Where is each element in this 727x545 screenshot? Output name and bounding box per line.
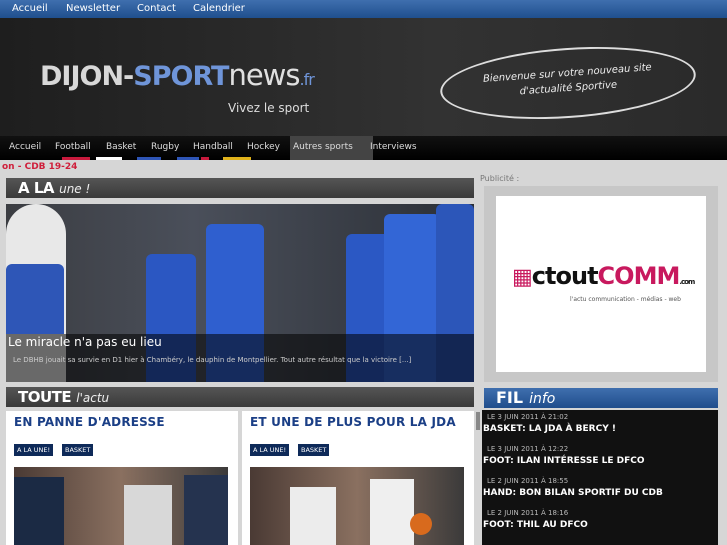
tagline: Vivez le sport [228,101,310,115]
logo-text-fr: .fr [299,70,315,89]
a-la-une-header: A LA une ! [6,178,474,198]
basketball-shape [410,513,432,535]
topnav-accueil[interactable]: Accueil [12,3,48,14]
fil-item-title[interactable]: FOOT: ILAN INTÉRESSE LE DFCO [483,456,645,466]
site-logo[interactable]: DIJON-SPORTnews.fr [40,58,315,92]
fil-item-date: LE 3 JUIN 2011 À 12:22 [487,445,569,453]
a-la-une-header-bold: A LA [18,179,55,197]
fil-info-header-bold: FIL [496,388,524,407]
featured-summary: Le DBHB jouait sa survie en D1 hier à Ch… [13,356,412,364]
ad-tagline: l'actu communication - médias - web [570,296,681,303]
photo-shape [124,485,172,545]
nav-hockey[interactable]: Hockey [223,136,287,160]
nav-accueil[interactable]: Accueil [4,136,48,160]
topnav-newsletter[interactable]: Newsletter [66,3,120,14]
featured-title[interactable]: Le miracle n'a pas eu lieu [8,335,162,349]
advertisement[interactable]: ▦ctoutCOMM.com l'actu communication - mé… [484,186,718,382]
fil-item-date: LE 2 JUIN 2011 À 18:55 [487,477,569,485]
photo-shape [14,477,64,545]
ad-banner[interactable]: ▦ctoutCOMM.com l'actu communication - mé… [496,196,706,372]
article-card[interactable]: EN PANNE D'ADRESSE A LA UNE! BASKET [6,411,238,545]
fil-item-title[interactable]: BASKET: LA JDA À BERCY ! [483,424,616,434]
nav-autres-sports[interactable]: Autres sports [290,136,373,160]
fil-item-date: LE 3 JUIN 2011 À 21:02 [487,413,569,421]
tag-basket[interactable]: BASKET [298,444,330,456]
site-header: DIJON-SPORTnews.fr Vivez le sport Bienve… [0,18,727,136]
top-bar: Accueil Newsletter Contact Calendrier [0,0,727,18]
logo-text-dijon: DIJON- [40,61,134,92]
article-title[interactable]: ET UNE DE PLUS POUR LA JDA [250,415,456,429]
article-card[interactable]: ET UNE DE PLUS POUR LA JDA A LA UNE! BAS… [242,411,474,545]
fil-item-title[interactable]: HAND: BON BILAN SPORTIF DU CDB [483,488,663,498]
photo-shape [370,479,414,545]
nav-interviews[interactable]: Interviews [370,136,420,160]
fil-item-date: LE 2 JUIN 2011 À 18:16 [487,509,569,517]
logo-text-news: news [228,58,300,92]
ad-logo: ▦ctoutCOMM.com [512,262,695,290]
mascot-jersey [6,264,64,334]
welcome-bubble: Bienvenue sur votre nouveau site d'actua… [437,39,699,127]
article-title[interactable]: EN PANNE D'ADRESSE [14,415,165,429]
logo-text-sport: SPORT [133,61,229,92]
a-la-une-header-italic: une ! [59,182,91,196]
news-ticker[interactable]: on - CDB 19-24 [0,160,727,174]
nav-football[interactable]: Football [54,136,97,160]
article-photo[interactable] [14,467,228,545]
fil-info-header: FIL info [484,388,718,408]
fil-item-title[interactable]: FOOT: THIL AU DFCO [483,520,588,530]
tag-a-la-une[interactable]: A LA UNE! [250,444,290,456]
toute-actu-header-bold: TOUTE [18,388,72,406]
fil-info-list: LE 3 JUIN 2011 À 21:02 BASKET: LA JDA À … [482,410,718,545]
topnav-contact[interactable]: Contact [137,3,176,14]
scrollbar-thumb[interactable] [476,412,480,430]
nav-basket[interactable]: Basket [96,136,141,160]
ad-logo-mark-icon: ▦ [512,265,533,290]
tag-basket[interactable]: BASKET [62,444,94,456]
pub-label: Publicité : [480,174,520,183]
article-photo[interactable] [250,467,464,545]
toute-actu-header: TOUTE l'actu [6,387,474,407]
main-nav: Accueil Football Basket Rugby Handball H… [0,136,727,160]
photo-shape [184,475,228,545]
toute-actu-header-italic: l'actu [76,391,110,405]
topnav-calendrier[interactable]: Calendrier [193,3,245,14]
tag-a-la-une[interactable]: A LA UNE! [14,444,54,456]
photo-shape [290,487,336,545]
fil-info-header-italic: info [529,391,556,407]
